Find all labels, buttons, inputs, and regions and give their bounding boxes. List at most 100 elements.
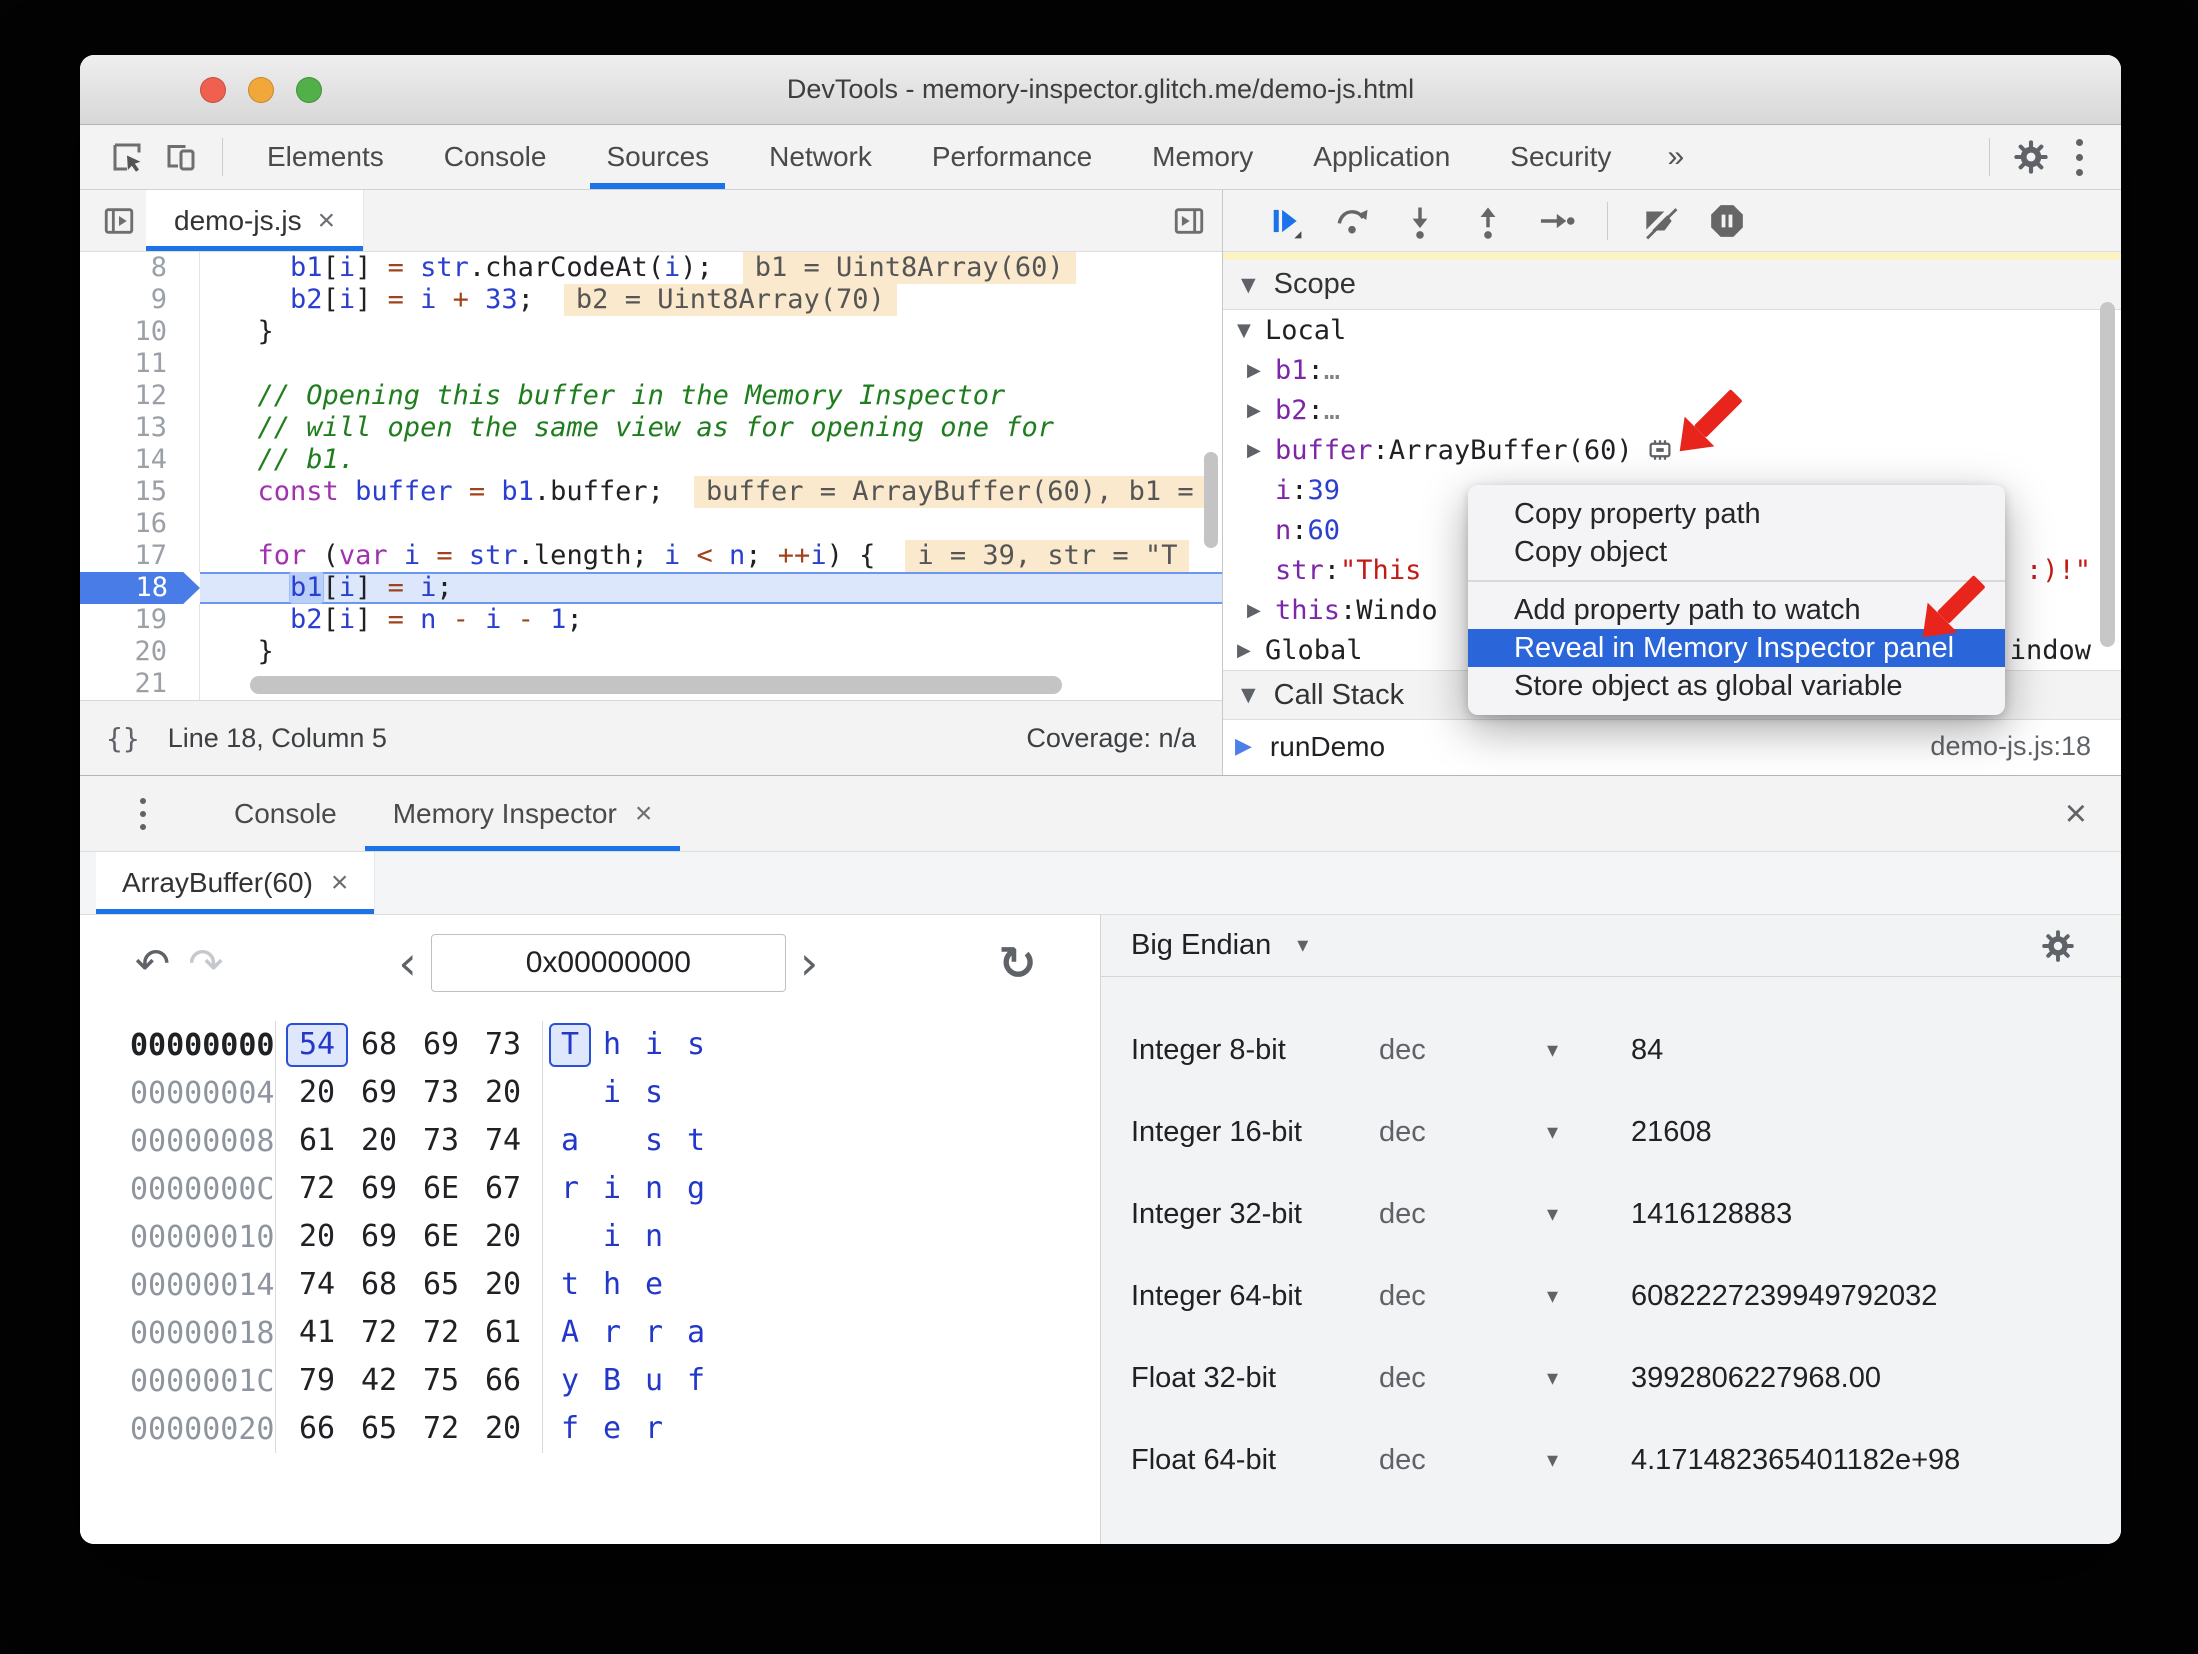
address-input[interactable] — [430, 934, 786, 992]
hex-byte[interactable]: 72 — [410, 1311, 472, 1355]
menu-item-copy-property-path[interactable]: Copy property path — [1468, 495, 2005, 533]
hex-byte[interactable]: 73 — [410, 1119, 472, 1163]
ascii-char[interactable] — [591, 1119, 633, 1163]
ascii-char[interactable]: e — [633, 1263, 675, 1307]
ascii-char[interactable]: i — [591, 1215, 633, 1259]
ascii-char[interactable] — [675, 1071, 717, 1115]
format-select[interactable]: dec — [1379, 1198, 1547, 1231]
hex-byte[interactable]: 67 — [472, 1167, 534, 1211]
file-tab-demo-js[interactable]: demo-js.js × — [146, 190, 365, 251]
main-menu-kebab-icon[interactable] — [2058, 138, 2101, 176]
close-buffer-tab-icon[interactable]: × — [331, 868, 349, 898]
scope-section-header[interactable]: ▼ Scope — [1223, 260, 2121, 310]
ascii-char[interactable]: i — [591, 1167, 633, 1211]
pretty-print-icon[interactable]: {} — [106, 722, 140, 755]
hex-byte[interactable]: 79 — [286, 1359, 348, 1403]
step-into-icon[interactable] — [1401, 202, 1439, 240]
editor-vertical-scrollbar[interactable] — [1204, 452, 1218, 548]
ascii-char[interactable] — [549, 1071, 591, 1115]
close-file-tab-icon[interactable]: × — [318, 205, 336, 236]
format-select[interactable]: dec — [1379, 1444, 1547, 1477]
editor-horizontal-scrollbar[interactable] — [250, 676, 1062, 694]
format-select[interactable]: dec — [1379, 1280, 1547, 1313]
scope-variable-b2[interactable]: ▶ b2: … — [1223, 390, 2121, 430]
scope-variable-b1[interactable]: ▶ b1: … — [1223, 350, 2121, 390]
hex-byte[interactable]: 61 — [472, 1311, 534, 1355]
line-number[interactable]: 14 — [80, 444, 200, 476]
hex-byte[interactable]: 68 — [348, 1263, 410, 1307]
ascii-char[interactable] — [675, 1263, 717, 1307]
drawer-tab-memory-inspector[interactable]: Memory Inspector × — [364, 776, 681, 851]
ascii-char[interactable]: r — [549, 1167, 591, 1211]
hex-byte[interactable]: 72 — [348, 1311, 410, 1355]
hex-byte[interactable]: 6E — [410, 1167, 472, 1211]
ascii-char[interactable]: i — [633, 1023, 675, 1067]
hex-byte[interactable]: 69 — [410, 1023, 472, 1067]
device-toolbar-icon[interactable] — [154, 130, 208, 184]
format-select[interactable]: dec — [1379, 1362, 1547, 1395]
collapse-icon[interactable]: ▼ — [1241, 274, 1256, 296]
hex-byte[interactable]: 73 — [472, 1023, 534, 1067]
tri-right-icon[interactable]: ▶ — [1247, 440, 1275, 461]
ascii-char[interactable]: T — [549, 1023, 591, 1067]
tab-application[interactable]: Application — [1283, 125, 1480, 189]
hex-byte[interactable]: 65 — [410, 1263, 472, 1307]
previous-page-icon[interactable]: ‹ — [398, 936, 416, 990]
tab-console[interactable]: Console — [414, 125, 577, 189]
ascii-char[interactable]: s — [675, 1023, 717, 1067]
hex-byte[interactable]: 73 — [410, 1071, 472, 1115]
format-select[interactable]: dec — [1379, 1034, 1547, 1067]
tab-memory[interactable]: Memory — [1122, 125, 1283, 189]
line-number[interactable]: 13 — [80, 412, 200, 444]
ascii-char[interactable]: h — [591, 1023, 633, 1067]
menu-item-store-object-as-global-variable[interactable]: Store object as global variable — [1468, 667, 2005, 705]
pause-on-exceptions-icon[interactable] — [1708, 202, 1746, 240]
tri-right-icon[interactable]: ▶ — [1237, 640, 1265, 661]
ascii-char[interactable]: r — [633, 1407, 675, 1451]
menu-item-copy-object[interactable]: Copy object — [1468, 533, 2005, 571]
next-page-icon[interactable]: › — [800, 936, 818, 990]
more-panels-button[interactable]: » — [1641, 140, 1710, 174]
hex-byte[interactable]: 66 — [286, 1407, 348, 1451]
line-number[interactable]: 11 — [80, 348, 200, 380]
caret-down-icon[interactable]: ▾ — [1547, 1366, 1631, 1391]
hex-byte[interactable]: 69 — [348, 1215, 410, 1259]
ascii-char[interactable]: t — [675, 1119, 717, 1163]
buffer-tab-arraybuffer[interactable]: ArrayBuffer(60) × — [96, 852, 376, 914]
show-navigator-icon[interactable] — [102, 204, 136, 238]
line-number[interactable]: 17 — [80, 540, 200, 572]
ascii-char[interactable]: A — [549, 1311, 591, 1355]
tab-performance[interactable]: Performance — [902, 125, 1122, 189]
tri-right-icon[interactable]: ▶ — [1247, 600, 1275, 621]
inspect-element-icon[interactable] — [100, 130, 154, 184]
refresh-icon[interactable]: ↻ — [998, 936, 1037, 990]
ascii-char[interactable] — [675, 1407, 717, 1451]
ascii-char[interactable]: s — [633, 1071, 675, 1115]
line-number[interactable]: 12 — [80, 380, 200, 412]
hex-byte[interactable]: 68 — [348, 1023, 410, 1067]
tri-down-icon[interactable]: ▼ — [1237, 320, 1265, 341]
hex-byte[interactable]: 66 — [472, 1359, 534, 1403]
hex-byte[interactable]: 72 — [286, 1167, 348, 1211]
ascii-char[interactable]: a — [549, 1119, 591, 1163]
ascii-char[interactable]: B — [591, 1359, 633, 1403]
ascii-char[interactable]: r — [633, 1311, 675, 1355]
hex-byte[interactable]: 20 — [348, 1119, 410, 1163]
frame-location[interactable]: demo-js.js:18 — [1930, 731, 2091, 762]
hex-byte[interactable]: 20 — [472, 1263, 534, 1307]
ascii-char[interactable]: i — [591, 1071, 633, 1115]
caret-down-icon[interactable]: ▾ — [1297, 933, 1308, 958]
ascii-char[interactable]: f — [675, 1359, 717, 1403]
scope-local-section[interactable]: ▼ Local — [1223, 310, 2121, 350]
caret-down-icon[interactable]: ▾ — [1547, 1202, 1631, 1227]
hex-byte[interactable]: 20 — [472, 1215, 534, 1259]
scope-scrollbar[interactable] — [2100, 302, 2115, 647]
hex-byte[interactable]: 42 — [348, 1359, 410, 1403]
hex-byte[interactable]: 74 — [472, 1119, 534, 1163]
ascii-char[interactable]: s — [633, 1119, 675, 1163]
line-number[interactable]: 8 — [80, 252, 200, 284]
ascii-char[interactable]: r — [591, 1311, 633, 1355]
format-select[interactable]: dec — [1379, 1116, 1547, 1149]
tri-right-icon[interactable]: ▶ — [1247, 360, 1275, 381]
line-number[interactable]: 15 — [80, 476, 200, 508]
